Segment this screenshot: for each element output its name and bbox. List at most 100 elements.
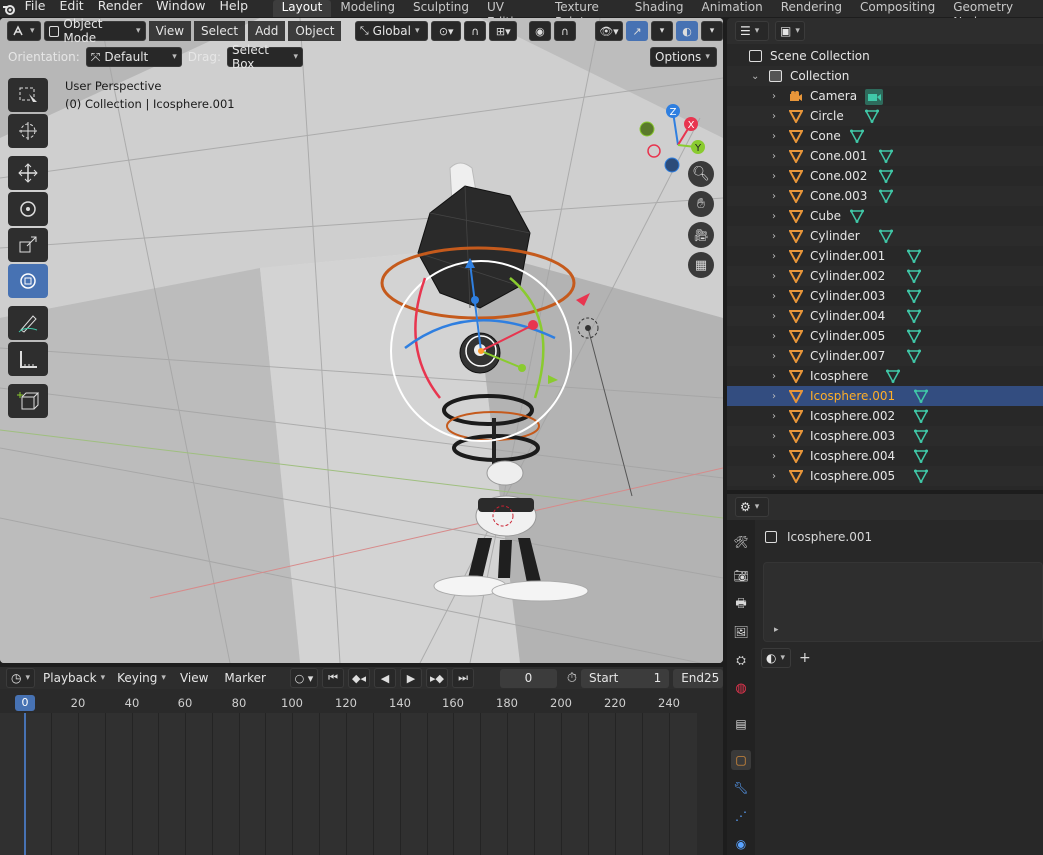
proportional-edit-button[interactable]: ◉ xyxy=(528,21,551,41)
mesh-data-icon[interactable] xyxy=(913,389,929,404)
tab-physics[interactable]: ◉ xyxy=(731,834,751,854)
current-frame-field[interactable]: 0 xyxy=(500,668,557,688)
viewport-menu-add[interactable]: Add xyxy=(248,21,286,41)
properties-editor-type-dropdown[interactable]: ⚙ ▾ xyxy=(735,497,769,517)
tab-particles[interactable]: ⋰ xyxy=(731,806,751,826)
mesh-data-icon[interactable] xyxy=(864,109,880,124)
measure-tool[interactable] xyxy=(8,342,48,376)
outliner-item[interactable]: › Cylinder.002 xyxy=(727,266,1043,286)
outliner-item[interactable]: › Cylinder.007 xyxy=(727,346,1043,366)
next-keyframe-button[interactable]: ▸◆ xyxy=(426,668,449,688)
outliner-item[interactable]: › Cone.003 xyxy=(727,186,1043,206)
zoom-view-button[interactable]: 🔍︎ xyxy=(688,161,714,187)
chevron-right-icon[interactable]: › xyxy=(772,431,776,442)
mesh-data-icon[interactable] xyxy=(885,369,901,384)
outliner-item[interactable]: › Cylinder.001 xyxy=(727,246,1043,266)
tab-scene[interactable]: ⛭ xyxy=(731,650,751,670)
chevron-right-icon[interactable]: › xyxy=(772,371,776,382)
outliner-item[interactable]: › Icosphere.005 xyxy=(727,466,1043,486)
blender-logo-icon[interactable] xyxy=(0,0,18,17)
cursor-tool[interactable] xyxy=(8,114,48,148)
chevron-right-icon[interactable]: › xyxy=(772,251,776,262)
tab-uv-editing[interactable]: UV Editing xyxy=(478,0,546,29)
chevron-right-icon[interactable]: › xyxy=(772,311,776,322)
outliner-item[interactable]: › Icosphere.003 xyxy=(727,426,1043,446)
outliner-item[interactable]: › Cone.001 xyxy=(727,146,1043,166)
menu-help[interactable]: Help xyxy=(213,0,256,17)
play-button[interactable]: ▶ xyxy=(400,668,423,688)
tab-collection[interactable]: ▤ xyxy=(731,714,751,734)
rotate-tool[interactable] xyxy=(8,192,48,226)
end-frame-field[interactable]: End 25 xyxy=(673,668,723,688)
snap-toggle-button[interactable]: ∩ xyxy=(464,21,487,41)
tab-layout[interactable]: Layout xyxy=(272,0,332,17)
transform-orientation-dropdown[interactable]: ⤡ Global ▾ xyxy=(354,21,429,41)
tab-sculpting[interactable]: Sculpting xyxy=(404,0,478,17)
outliner-item[interactable]: › Cylinder.005 xyxy=(727,326,1043,346)
chevron-down-icon[interactable]: ⌄ xyxy=(751,71,759,82)
mesh-data-icon[interactable] xyxy=(878,169,894,184)
chevron-right-icon[interactable]: › xyxy=(772,231,776,242)
move-tool[interactable] xyxy=(8,156,48,190)
frame-cursor-badge[interactable]: 0 xyxy=(15,695,35,711)
chevron-right-icon[interactable]: › xyxy=(772,171,776,182)
mesh-data-icon[interactable] xyxy=(878,189,894,204)
visibility-button[interactable]: 👁▾ xyxy=(594,21,624,41)
outliner-item[interactable]: › Icosphere.002 xyxy=(727,406,1043,426)
snap-target-button[interactable]: ⊞▾ xyxy=(489,21,518,41)
outliner-item[interactable]: › Cylinder.004 xyxy=(727,306,1043,326)
mesh-data-icon[interactable] xyxy=(849,209,865,224)
outliner-editor-type-dropdown[interactable]: ☰ ▾ xyxy=(735,21,769,41)
menu-window[interactable]: Window xyxy=(149,0,212,17)
chevron-right-icon[interactable]: › xyxy=(772,151,776,162)
outliner-item[interactable]: › Cylinder xyxy=(727,226,1043,246)
menu-file[interactable]: File xyxy=(18,0,53,17)
mesh-data-icon[interactable] xyxy=(913,409,929,424)
mesh-data-icon[interactable] xyxy=(878,149,894,164)
timeline-body[interactable] xyxy=(0,713,697,855)
mesh-data-icon[interactable] xyxy=(878,229,894,244)
overlay-dropdown[interactable]: ▾ xyxy=(701,21,723,41)
mesh-data-icon[interactable] xyxy=(913,449,929,464)
orientation-dropdown[interactable]: ⤧ Default ▾ xyxy=(85,47,182,67)
viewport-menu-view[interactable]: View xyxy=(148,21,192,41)
gizmo-toggle-button[interactable]: ↗ xyxy=(626,21,649,41)
timeline-ruler[interactable]: 20 40 60 80 100 120 140 160 180 200 220 … xyxy=(0,693,723,713)
mesh-data-icon[interactable] xyxy=(849,129,865,144)
tab-texture-paint[interactable]: Texture Paint xyxy=(546,0,626,29)
outliner-item[interactable]: › Cone.002 xyxy=(727,166,1043,186)
outliner-item[interactable]: › Cone xyxy=(727,126,1043,146)
chevron-right-icon[interactable]: › xyxy=(772,91,776,102)
mesh-data-icon[interactable] xyxy=(913,429,929,444)
start-frame-field[interactable]: Start 1 xyxy=(581,668,670,688)
timeline-menu-marker[interactable]: Marker xyxy=(218,671,271,685)
chevron-right-icon[interactable]: › xyxy=(772,111,776,122)
viewport-scene[interactable] xyxy=(0,18,723,663)
chevron-right-icon[interactable]: › xyxy=(772,131,776,142)
mesh-data-icon[interactable] xyxy=(906,249,922,264)
overlay-toggle-button[interactable]: ◐ xyxy=(676,21,699,41)
jump-end-button[interactable]: ⏭ xyxy=(452,668,475,688)
chevron-right-icon[interactable]: › xyxy=(772,471,776,482)
chevron-right-icon[interactable]: › xyxy=(772,391,776,402)
editor-type-dropdown[interactable]: ▾ xyxy=(7,21,42,41)
chevron-right-icon[interactable]: › xyxy=(772,451,776,462)
add-button[interactable]: + xyxy=(799,650,811,666)
mesh-data-icon[interactable] xyxy=(906,329,922,344)
tab-compositing[interactable]: Compositing xyxy=(851,0,944,17)
mesh-data-icon[interactable] xyxy=(906,269,922,284)
tab-modeling[interactable]: Modeling xyxy=(331,0,404,17)
chevron-right-icon[interactable]: › xyxy=(772,271,776,282)
tab-animation[interactable]: Animation xyxy=(693,0,772,17)
falloff-button[interactable]: ∩ xyxy=(553,21,576,41)
outliner-item[interactable]: › Circle xyxy=(727,106,1043,126)
annotate-tool[interactable] xyxy=(8,306,48,340)
chevron-right-icon[interactable]: › xyxy=(772,351,776,362)
outliner-scene-collection[interactable]: Scene Collection xyxy=(727,46,1043,66)
outliner-item[interactable]: › Icosphere.001 xyxy=(727,386,1043,406)
viewport-menu-object[interactable]: Object xyxy=(288,21,342,41)
tab-rendering[interactable]: Rendering xyxy=(772,0,851,17)
tab-tool[interactable]: 🛠︎ xyxy=(731,532,751,552)
outliner-item[interactable]: › Camera xyxy=(727,86,1043,106)
viewport-menu-select[interactable]: Select xyxy=(194,21,246,41)
